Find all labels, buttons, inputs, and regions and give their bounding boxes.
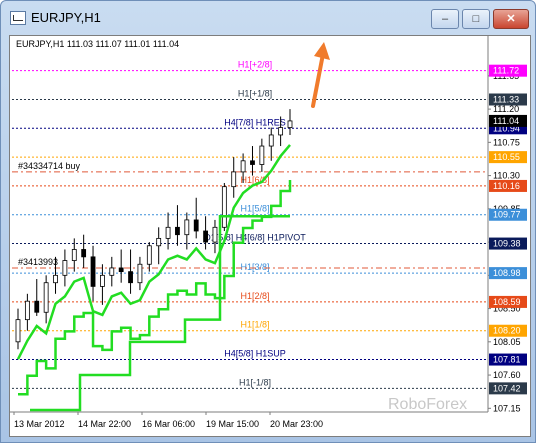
candle-body: [250, 160, 255, 165]
window-title: EURJPY,H1: [31, 10, 101, 25]
level-price-tag-text: 107.81: [493, 355, 521, 365]
trend-arrow: [311, 52, 325, 108]
y-tick-label: 108.05: [493, 337, 521, 347]
chart-canvas[interactable]: EURJPY,H1 111.03 111.07 111.01 111.04 Ro…: [10, 36, 530, 436]
candle-body: [268, 134, 274, 147]
candle-body: [278, 127, 284, 136]
level-label: H1[5/8]: [240, 204, 269, 214]
level-label: H1[3/8]: [240, 262, 269, 272]
candle-body: [62, 260, 68, 276]
candle-body: [71, 249, 77, 261]
level-price-tag-text: 108.98: [493, 268, 521, 278]
x-tick-label: 16 Mar 06:00: [142, 419, 195, 429]
candle-body: [212, 226, 218, 243]
candle-body: [240, 160, 246, 173]
level-label: H1[-1/8]: [239, 377, 271, 387]
level-label: H1[1/8]: [240, 320, 269, 330]
x-tick-label: 13 Mar 2012: [14, 419, 65, 429]
terminal-window: EURJPY,H1 – □ ✕ EURJPY,H1 111.03 111.07 …: [0, 0, 536, 443]
maximize-button[interactable]: □: [462, 9, 490, 29]
level-price-tag-text: 110.55: [493, 152, 520, 162]
level-label: H1[2/8]: [240, 291, 269, 301]
candle-body: [109, 267, 115, 276]
price-chart[interactable]: EURJPY,H1 111.03 111.07 111.01 111.04 Ro…: [9, 35, 531, 437]
order-label: #3413993: [18, 257, 58, 267]
candle-body: [231, 171, 237, 188]
candle-body: [156, 237, 162, 247]
candle-body: [146, 245, 152, 265]
candle-body: [24, 300, 30, 321]
level-price-tag-text: 111.72: [493, 66, 519, 76]
candle-body: [221, 186, 227, 228]
level-price-tag-text: 108.59: [493, 297, 521, 307]
title-bar[interactable]: EURJPY,H1 – □ ✕: [1, 1, 535, 35]
current-price-text: 111.04: [493, 116, 519, 126]
level-label: H4[5/8] H1SUP: [224, 349, 286, 359]
level-price-tag-text: 109.77: [493, 210, 521, 220]
level-price-tag-text: 109.38: [493, 239, 521, 249]
chart-window-icon: [10, 11, 26, 25]
x-tick-label: 14 Mar 22:00: [78, 419, 131, 429]
candle-body: [184, 219, 190, 236]
y-tick-label: 107.15: [493, 403, 521, 413]
candle-body: [175, 226, 180, 236]
y-tick-label: 111.20: [493, 104, 519, 114]
minimize-button[interactable]: –: [431, 9, 459, 29]
level-price-tag-text: 111.33: [493, 94, 519, 104]
x-tick-label: 20 Mar 23:00: [270, 419, 323, 429]
level-price-tag-text: 110.16: [493, 181, 520, 191]
candle-body: [90, 256, 96, 287]
watermark: RoboForex: [388, 396, 467, 413]
x-tick-label: 19 Mar 15:00: [206, 419, 259, 429]
candle-body: [43, 282, 49, 313]
y-tick-label: 110.30: [493, 171, 520, 181]
order-label: #34334714 buy: [18, 161, 81, 171]
candle-body: [53, 274, 58, 284]
y-tick-label: 107.60: [493, 370, 521, 380]
candle-body: [81, 249, 87, 258]
close-button[interactable]: ✕: [493, 9, 529, 29]
level-label: H1[+1/8]: [238, 88, 272, 98]
candle-body: [259, 145, 265, 165]
candle-body: [165, 226, 171, 239]
candle-body: [118, 267, 124, 273]
trend-arrow-head: [314, 42, 330, 60]
candle-body: [287, 120, 293, 128]
level-price-tag-text: 107.42: [493, 383, 521, 393]
candle-body: [15, 319, 21, 343]
level-label: H4[7/8] H1RES: [224, 117, 286, 127]
candle-body: [193, 219, 199, 232]
candle-body: [34, 300, 40, 313]
y-tick-label: 110.75: [493, 137, 520, 147]
level-price-tag-text: 108.20: [493, 326, 521, 336]
level-label: H1[+2/8]: [238, 60, 272, 70]
chart-header: EURJPY,H1 111.03 111.07 111.01 111.04: [16, 39, 179, 49]
candle-body: [203, 230, 208, 243]
candle-body: [137, 263, 143, 284]
candle-body: [100, 274, 105, 287]
candle-body: [128, 271, 133, 284]
